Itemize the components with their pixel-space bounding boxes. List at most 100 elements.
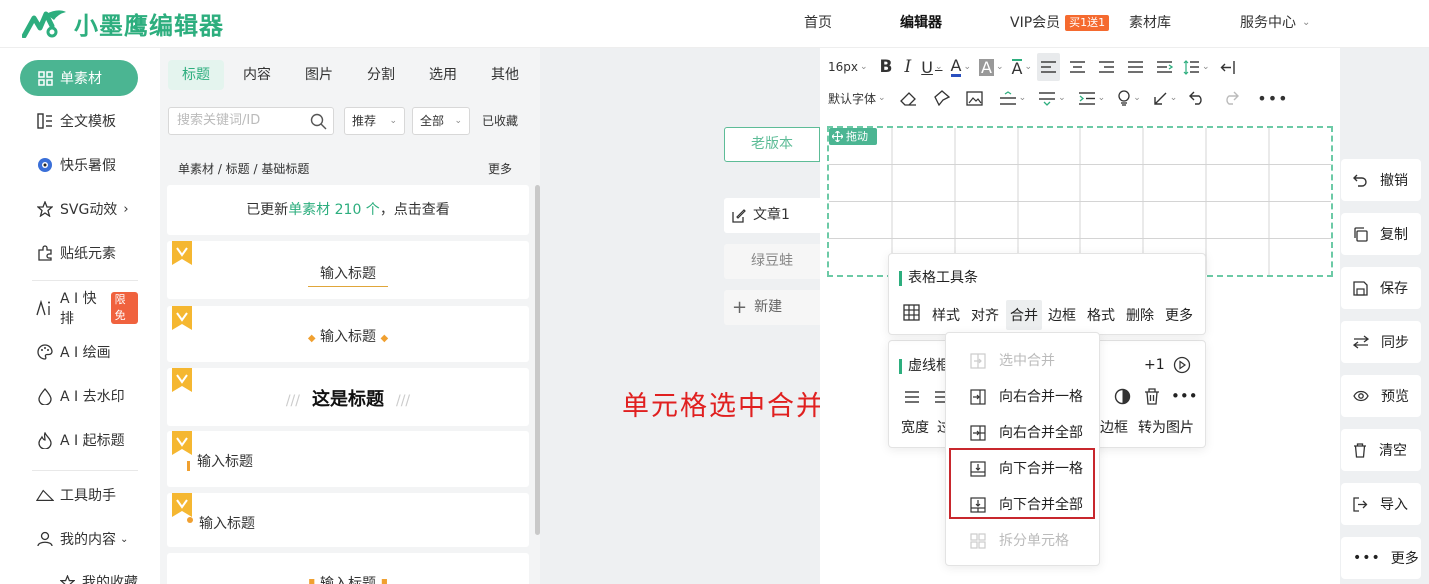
sidebar-item-full-template[interactable]: 全文模板 <box>20 103 138 139</box>
update-notice[interactable]: 已更新单素材 210 个，点击查看 <box>167 185 529 235</box>
highlight-color-icon[interactable]: A ⌄ <box>976 53 1007 81</box>
format-tool[interactable]: 格式 <box>1087 305 1115 325</box>
sidebar-item-svg-effects[interactable]: SVG动效 › <box>20 191 138 227</box>
spacing-icon[interactable]: ⌄ <box>1035 84 1069 112</box>
sidebar-item-summer[interactable]: 快乐暑假 <box>20 147 138 183</box>
contrast-icon[interactable] <box>1114 388 1131 405</box>
line-height-icon[interactable]: ⌄ <box>1180 53 1213 81</box>
more-tool[interactable]: 更多 <box>1165 305 1193 325</box>
preview-button[interactable]: 预览 <box>1341 375 1421 417</box>
align-tool[interactable]: 对齐 <box>971 305 999 325</box>
sidebar-item-stickers[interactable]: 贴纸元素 <box>20 235 138 271</box>
exit-icon[interactable] <box>1217 53 1239 81</box>
font-size-select[interactable]: 16px ⌄ <box>825 53 871 81</box>
tab-divider[interactable]: 分割 <box>367 60 395 90</box>
logo[interactable]: 小墨鹰编辑器 <box>22 6 224 40</box>
trash-icon[interactable] <box>1144 388 1160 405</box>
sidebar-item-my-favorites[interactable]: 我的收藏 <box>42 564 152 584</box>
sidebar-item-single-material[interactable]: 单素材 <box>20 60 138 96</box>
image-icon[interactable] <box>963 84 986 112</box>
style-tool[interactable]: 样式 <box>932 305 960 325</box>
drag-handle[interactable]: 拖动 <box>829 128 877 145</box>
menu-item-merge-right-one[interactable]: 向右合并一格 <box>970 379 1083 415</box>
tab-title[interactable]: 标题 <box>168 60 224 90</box>
material-card[interactable]: 输入标题 <box>167 431 529 487</box>
width-tool[interactable]: 宽度 <box>901 417 929 437</box>
new-doc-button[interactable]: + 新建 <box>724 290 820 325</box>
panel-scrollbar[interactable] <box>535 185 540 535</box>
copy-button[interactable]: 复制 <box>1341 213 1421 255</box>
align-center-icon[interactable] <box>1066 53 1089 81</box>
tab-other[interactable]: 其他 <box>491 60 519 90</box>
search-input[interactable]: 搜索关键词/ID <box>168 107 334 135</box>
sidebar-item-my-content[interactable]: 我的内容 ⌄ <box>20 521 138 557</box>
format-brush-icon[interactable] <box>930 84 953 112</box>
font-family-select[interactable]: 默认字体 ⌄ <box>825 84 889 112</box>
nav-vip[interactable]: VIP会员 买1送1 <box>1010 0 1110 46</box>
to-image-tool[interactable]: 转为图片 <box>1138 417 1194 437</box>
more-icon[interactable]: ••• <box>1254 84 1291 112</box>
favorites-link[interactable]: 已收藏 <box>482 107 518 135</box>
delete-tool[interactable]: 删除 <box>1126 305 1154 325</box>
menu-item-split-cell[interactable]: 拆分单元格 <box>970 523 1069 559</box>
nav-home[interactable]: 首页 <box>804 0 832 46</box>
tab-image[interactable]: 图片 <box>305 60 333 90</box>
material-card[interactable]: /// 这是标题 /// <box>167 368 529 426</box>
bold-icon[interactable]: B <box>877 53 896 81</box>
search-placeholder: 搜索关键词/ID <box>177 113 261 128</box>
partial-tool[interactable]: 过 <box>937 417 945 437</box>
sidebar-item-ai-layout[interactable]: A I 快排 限免 <box>20 290 138 327</box>
arrow-tool-icon[interactable]: ⌄ <box>1150 84 1181 112</box>
nav-editor[interactable]: 编辑器 <box>900 0 942 46</box>
sidebar-item-ai-watermark[interactable]: A I 去水印 <box>20 378 138 414</box>
clear-button[interactable]: 清空 <box>1341 429 1421 471</box>
nav-material-library[interactable]: 素材库 <box>1129 0 1171 46</box>
sidebar-item-tools[interactable]: 工具助手 <box>20 477 138 513</box>
eraser-icon[interactable] <box>897 84 920 112</box>
align-right-icon[interactable] <box>1095 53 1118 81</box>
align-left-icon[interactable] <box>1037 53 1060 81</box>
border-tool[interactable]: 边框 <box>1100 417 1128 437</box>
doc-item-lvdouwa[interactable]: 绿豆蛙 <box>724 244 820 279</box>
play-circle-icon[interactable] <box>1173 356 1191 374</box>
tab-content[interactable]: 内容 <box>243 60 271 90</box>
underline-icon[interactable]: U ⌄ <box>918 53 945 81</box>
material-card[interactable]: 输入标题 <box>167 241 529 299</box>
more-button[interactable]: ••• 更多 <box>1341 537 1421 579</box>
align-bottom-icon[interactable] <box>903 389 921 405</box>
italic-icon[interactable]: I <box>902 53 915 81</box>
material-card[interactable]: ◆ 输入标题 ◆ <box>167 306 529 362</box>
sync-button[interactable]: 同步 <box>1341 321 1421 363</box>
sort-select[interactable]: 推荐 ⌄ <box>344 107 405 135</box>
save-button[interactable]: 保存 <box>1341 267 1421 309</box>
redo-icon[interactable] <box>1220 84 1242 112</box>
align-justify-icon[interactable] <box>1124 53 1147 81</box>
tab-selected[interactable]: 选用 <box>429 60 457 90</box>
nav-service-center[interactable]: 服务中心 ⌄ <box>1240 0 1310 46</box>
import-button[interactable]: 导入 <box>1341 483 1421 525</box>
indent-icon[interactable] <box>1153 53 1176 81</box>
table-icon[interactable] <box>903 304 920 321</box>
bulb-icon[interactable]: ⌄ <box>1114 84 1144 112</box>
material-card[interactable]: 输入标题 <box>167 493 529 547</box>
merge-tool[interactable]: 合并 <box>1006 300 1042 330</box>
sidebar-item-ai-paint[interactable]: A I 绘画 <box>20 334 138 370</box>
font-color-icon[interactable]: A ⌄ <box>948 53 975 81</box>
divider-line-icon[interactable]: ⌄ <box>996 84 1030 112</box>
material-card[interactable]: ▮ 输入标题 ▮ <box>167 553 529 584</box>
old-version-button[interactable]: 老版本 <box>724 127 820 162</box>
filter-select[interactable]: 全部 ⌄ <box>412 107 470 135</box>
undo-button[interactable]: 撤销 <box>1341 159 1421 201</box>
border-tool[interactable]: 边框 <box>1048 305 1076 325</box>
more-icon[interactable]: ••• <box>1171 387 1198 405</box>
menu-item-merge-right-all[interactable]: 向右合并全部 <box>970 415 1083 451</box>
sidebar-item-ai-title[interactable]: A I 起标题 <box>20 422 138 458</box>
menu-item-merge-selected[interactable]: 选中合并 <box>970 343 1055 379</box>
paragraph-indent-icon[interactable]: ⌄ <box>1075 84 1109 112</box>
user-icon <box>36 530 54 548</box>
text-effect-icon[interactable]: A ⌄ <box>1009 53 1036 81</box>
align-mid-icon[interactable] <box>933 389 945 405</box>
doc-item-article1[interactable]: 文章1 <box>724 198 820 233</box>
more-link[interactable]: 更多 <box>488 160 512 177</box>
undo-icon[interactable] <box>1186 84 1208 112</box>
